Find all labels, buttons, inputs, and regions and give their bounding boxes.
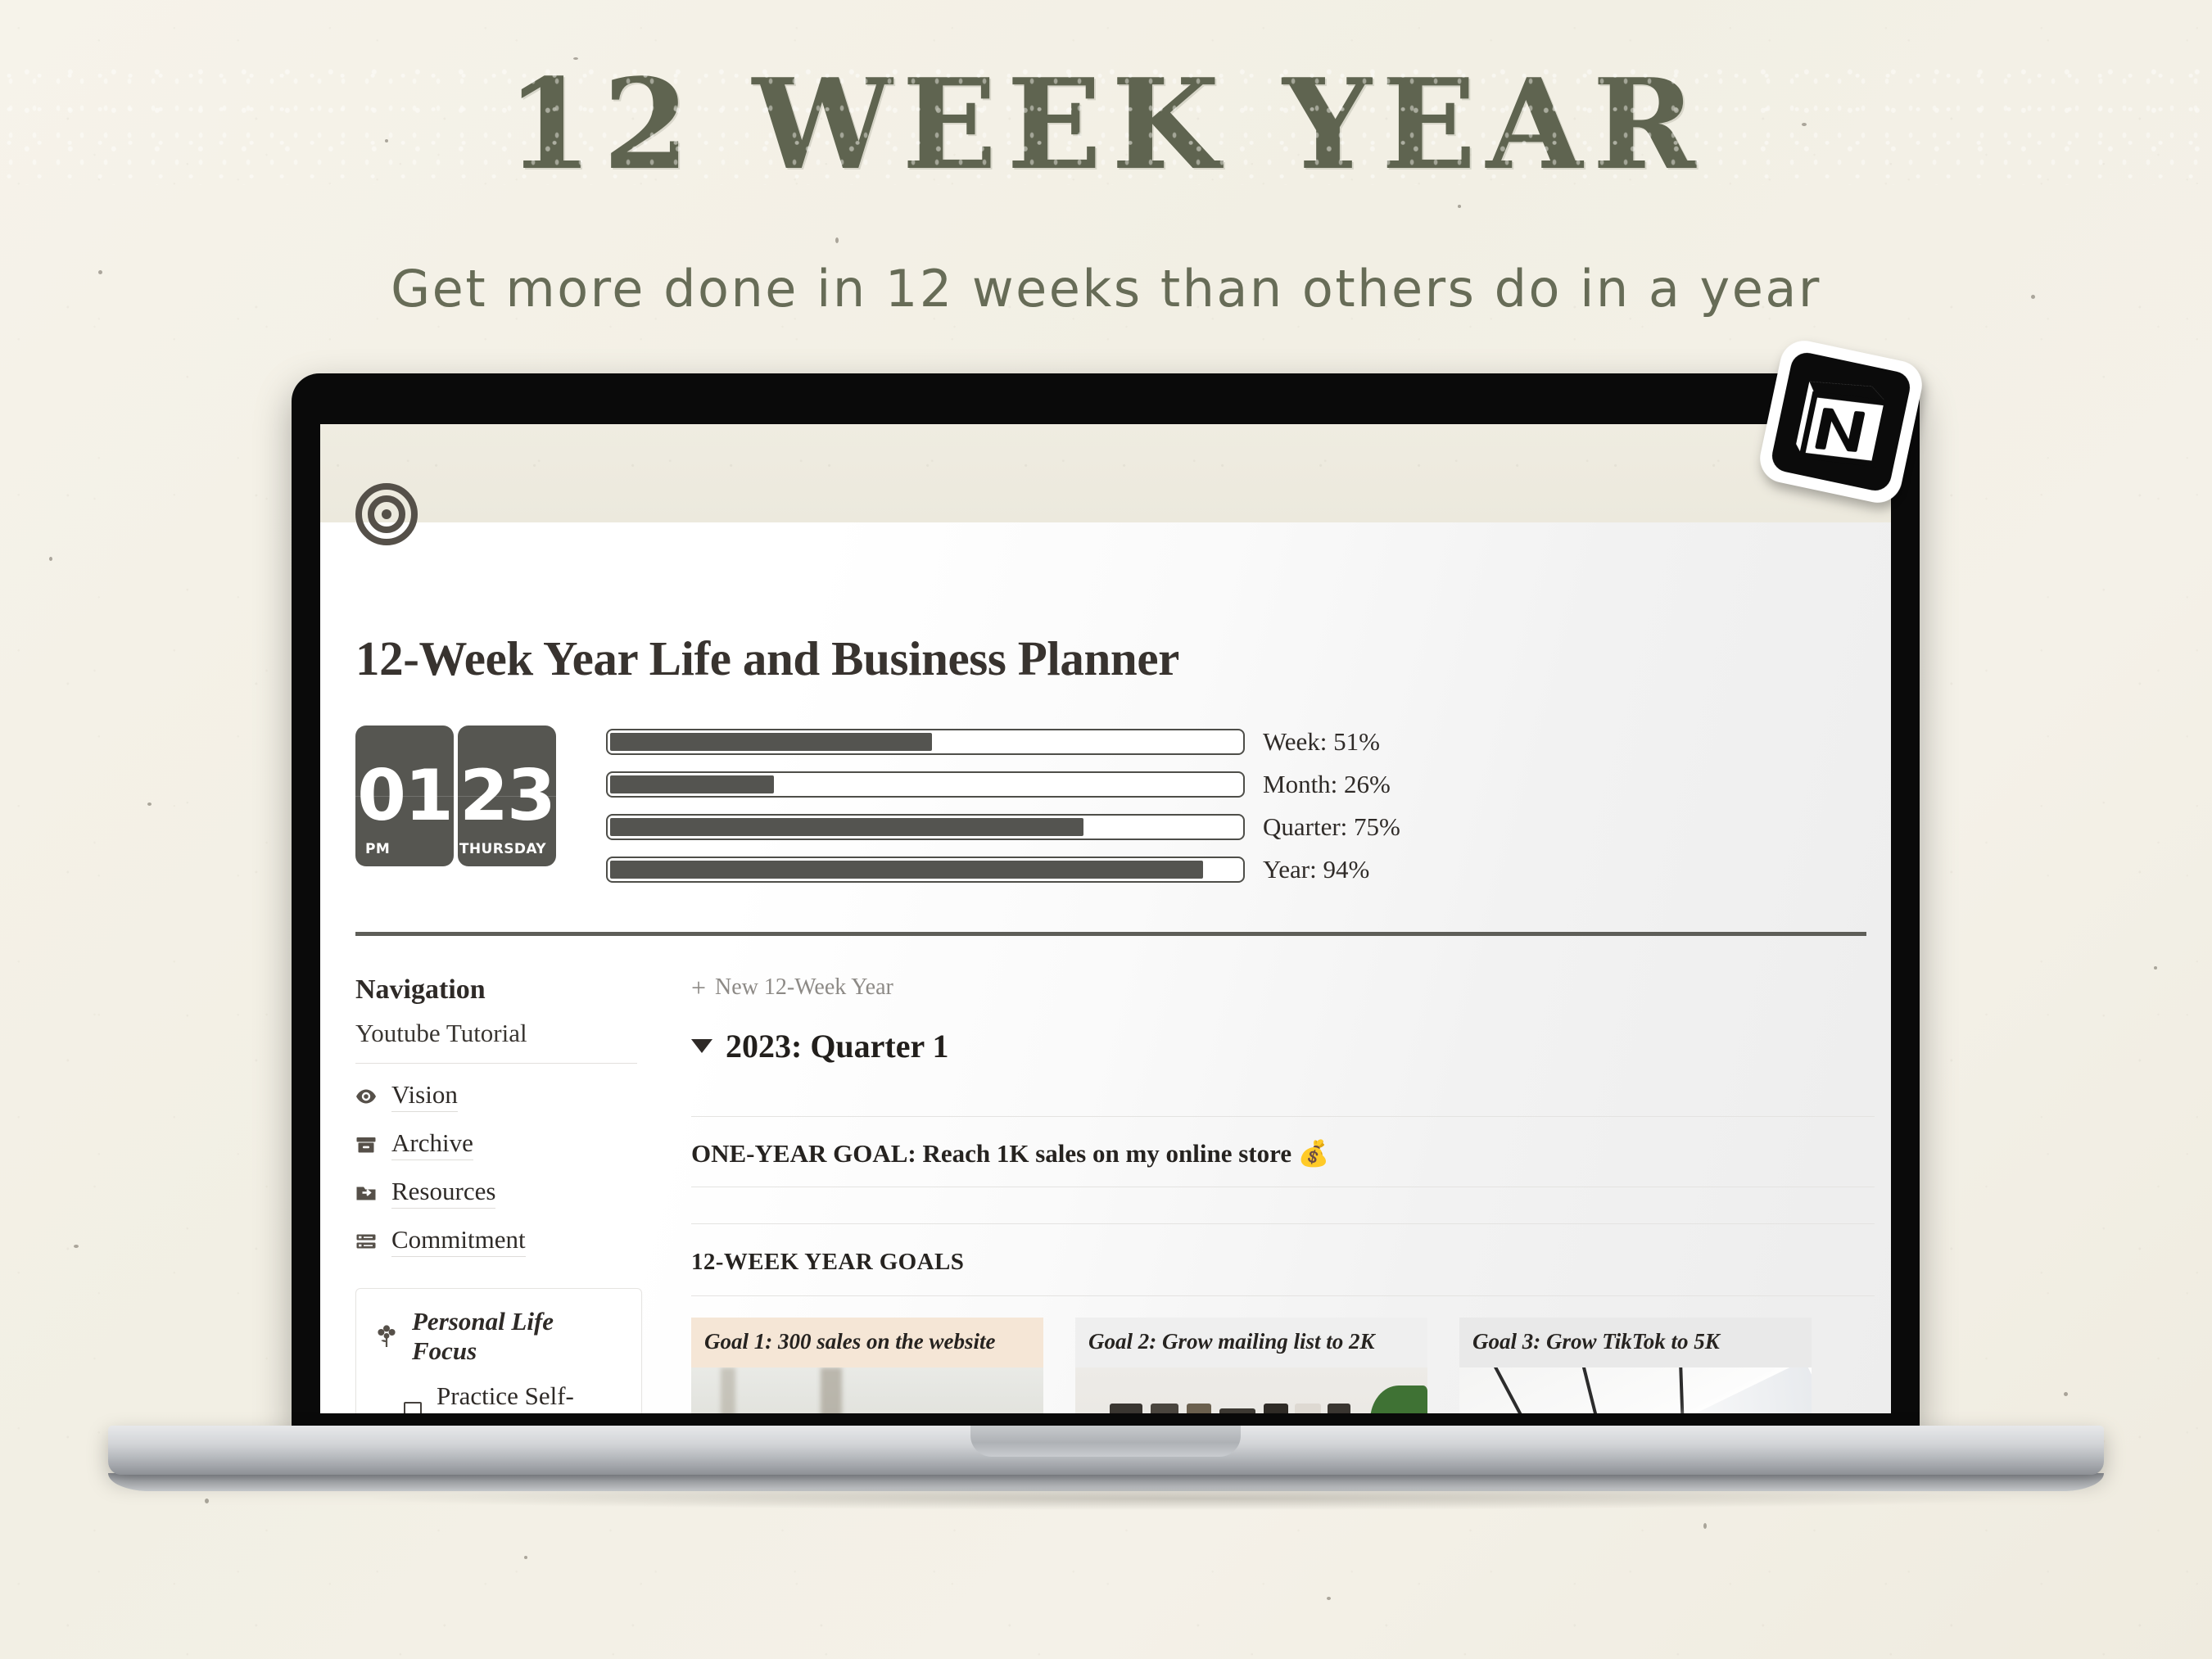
progress-fill: [610, 818, 1083, 836]
sidebar-item-label: Commitment: [391, 1225, 526, 1257]
archive-box-icon: [355, 1134, 377, 1155]
progress-label-month: Month: 26%: [1263, 770, 1391, 798]
goal-card-title: Goal 1: 300 sales on the website: [691, 1318, 1043, 1367]
youtube-tutorial-link[interactable]: Youtube Tutorial: [355, 1019, 642, 1048]
quarter-heading: 2023: Quarter 1: [726, 1028, 949, 1065]
clock-meridiem: PM: [365, 841, 391, 857]
sidebar-item-commitment[interactable]: Commitment: [355, 1225, 642, 1257]
progress-label-quarter: Quarter: 75%: [1263, 812, 1400, 841]
sidebar-divider: [355, 1063, 637, 1064]
clock-weekday: THURSDAY: [459, 841, 546, 857]
goal-card[interactable]: Goal 3: Grow TikTok to 5K: [1459, 1318, 1812, 1413]
plus-icon: +: [691, 973, 707, 1002]
progress-track: [606, 729, 1245, 755]
target-icon[interactable]: [355, 483, 418, 545]
one-year-goal-row[interactable]: ONE-YEAR GOAL: Reach 1K sales on my onli…: [691, 1117, 1875, 1187]
sidebar-item-label: Vision: [391, 1080, 458, 1112]
goal-gallery: Goal 1: 300 sales on the website Goal 2:…: [691, 1318, 1875, 1413]
section-divider: [355, 932, 1866, 936]
new-button-label: New 12-Week Year: [715, 974, 893, 1000]
progress-bar-list: Week: 51% Month: 26% Quarter: 75% Year: …: [606, 727, 1425, 897]
flip-card-minute: 23 THURSDAY: [458, 726, 556, 866]
content-columns: Navigation Youtube Tutorial Vision Archi…: [355, 974, 1875, 1413]
poster-subheadline: Get more done in 12 weeks than others do…: [391, 259, 1821, 319]
progress-label-year: Year: 94%: [1263, 855, 1370, 884]
goal-card-image-shelf: [1075, 1367, 1427, 1413]
notion-page-cover: [320, 424, 1891, 522]
notion-logo-icon: [1744, 324, 1938, 518]
sidebar-item-vision[interactable]: Vision: [355, 1080, 642, 1112]
card-title: Personal Life Focus: [412, 1307, 554, 1365]
laptop-mockup: 12-Week Year Life and Business Planner 0…: [108, 373, 2104, 1510]
sidebar-item-label: Archive: [391, 1128, 473, 1160]
progress-fill: [610, 861, 1203, 879]
page-title: 12-Week Year Life and Business Planner: [355, 631, 1179, 685]
goal-card[interactable]: Goal 2: Grow mailing list to 2K: [1075, 1318, 1427, 1413]
list-rows-icon: [355, 1231, 377, 1252]
progress-row-quarter: Quarter: 75%: [606, 812, 1425, 842]
poster-headline: 12 WEEK YEAR: [506, 51, 1706, 197]
flip-clock-widget: 01 PM 23 THURSDAY: [355, 726, 556, 866]
sidebar-item-label: Resources: [391, 1177, 496, 1209]
folder-arrow-icon: [355, 1182, 377, 1204]
new-12-week-year-button[interactable]: + New 12-Week Year: [691, 974, 1875, 1001]
eye-icon: [355, 1086, 377, 1107]
checkbox[interactable]: [404, 1402, 422, 1413]
row-divider: [691, 1295, 1875, 1296]
flip-card-hour: 01 PM: [355, 726, 454, 866]
progress-row-year: Year: 94%: [606, 855, 1425, 884]
goals-section-title: 12-WEEK YEAR GOALS: [691, 1249, 965, 1275]
progress-label-week: Week: 51%: [1263, 727, 1380, 756]
sidebar-item-archive[interactable]: Archive: [355, 1128, 642, 1160]
status-block: 01 PM 23 THURSDAY Week: 51% Month: 26% Q…: [355, 726, 1846, 884]
laptop-notch: [970, 1426, 1241, 1457]
goal-card-title: Goal 2: Grow mailing list to 2K: [1075, 1318, 1427, 1367]
progress-fill: [610, 775, 775, 793]
progress-track: [606, 814, 1245, 840]
chevron-down-icon[interactable]: [691, 1039, 712, 1053]
flower-icon: [376, 1324, 397, 1349]
goal-card-image-tiktok: TikTok: [1459, 1367, 1812, 1413]
flip-seam: [458, 796, 556, 797]
goal-card-image-desk: [691, 1367, 1043, 1413]
personal-life-focus-card[interactable]: Personal Life Focus Practice Self-Care P…: [355, 1288, 642, 1413]
laptop-screen: 12-Week Year Life and Business Planner 0…: [320, 424, 1891, 1413]
flip-seam: [355, 796, 454, 797]
navigation-heading: Navigation: [355, 974, 486, 1005]
goal-card-title: Goal 3: Grow TikTok to 5K: [1459, 1318, 1812, 1367]
card-header: Personal Life Focus: [376, 1307, 622, 1366]
progress-track: [606, 857, 1245, 883]
navigation-sidebar: Navigation Youtube Tutorial Vision Archi…: [355, 974, 642, 1413]
todo-item[interactable]: Practice Self-Care: [404, 1381, 622, 1413]
progress-fill: [610, 733, 932, 751]
laptop-shadow: [373, 1487, 2011, 1510]
notion-page-body: 12-Week Year Life and Business Planner 0…: [320, 483, 1891, 1413]
progress-track: [606, 771, 1245, 798]
todo-label: Practice Self-Care: [437, 1381, 574, 1413]
main-content: + New 12-Week Year 2023: Quarter 1 ONE-Y…: [691, 974, 1875, 1413]
progress-row-month: Month: 26%: [606, 770, 1425, 799]
sidebar-item-resources[interactable]: Resources: [355, 1177, 642, 1209]
quarter-toggle[interactable]: 2023: Quarter 1: [691, 1027, 1875, 1065]
goal-card[interactable]: Goal 1: 300 sales on the website: [691, 1318, 1043, 1413]
progress-row-week: Week: 51%: [606, 727, 1425, 757]
